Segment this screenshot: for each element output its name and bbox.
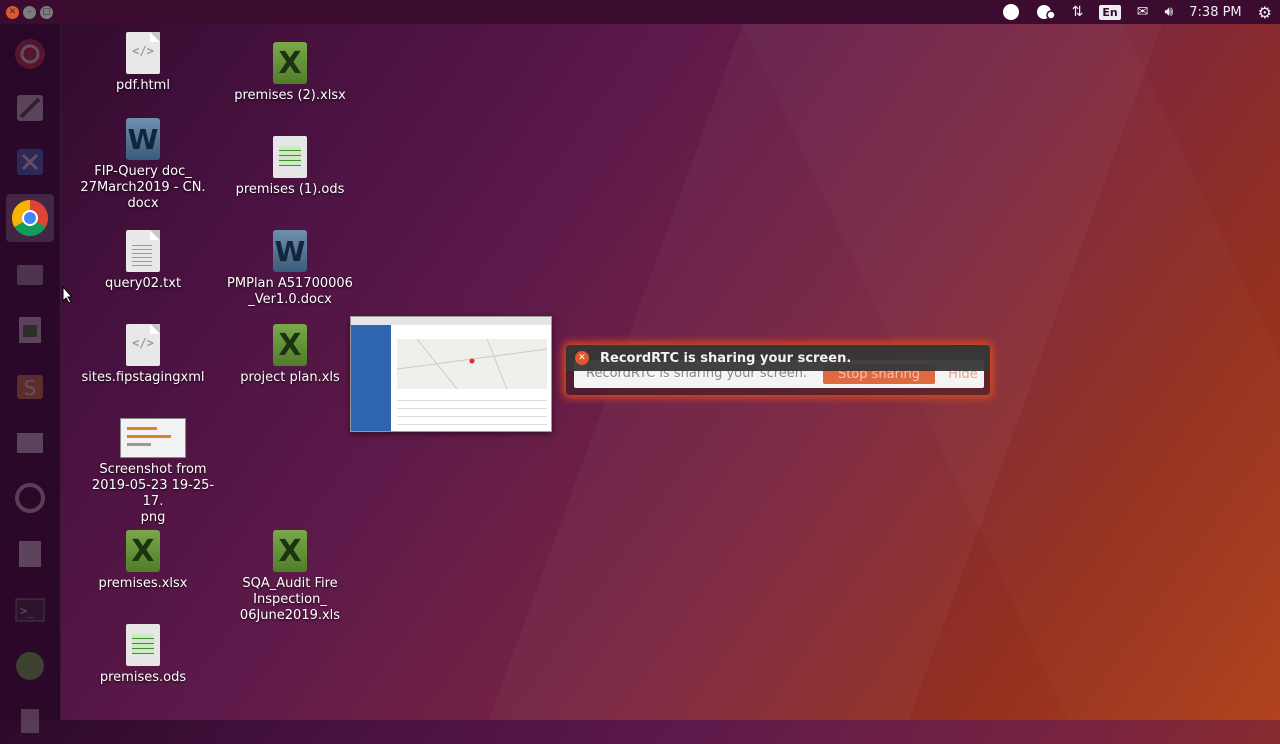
maximize-window-button[interactable]: □ [40,5,53,19]
desktop-file-pmplan[interactable]: W PMPlan A51700006 _Ver1.0.docx [225,230,355,308]
desktop-file-label: FIP-Query doc_ 27March2019 - CN. docx [80,164,206,211]
close-notification-icon[interactable]: ✕ [575,351,589,365]
vscode-icon[interactable] [6,138,54,186]
desktop-file-sqa-audit[interactable]: X SQA_Audit Fire Inspection_ 06June2019.… [225,530,355,624]
trash-icon[interactable] [6,696,54,744]
launcher: S >_ [0,24,61,733]
html-file-icon: </> [126,32,160,74]
top-panel: ✕ – □ ⇅ En ✉ 🔊︎ 7:38 PM ⚙ [0,0,1280,24]
desktop-file-label: Screenshot from 2019-05-23 19-25-17. png [91,462,215,525]
screen-share-preview[interactable] [350,316,552,432]
desktop-file-label: premises.ods [99,670,187,685]
terminal-icon[interactable]: >_ [6,586,54,634]
desktop-file-label: PMPlan A51700006 _Ver1.0.docx [227,276,353,307]
settings-indicator-icon[interactable] [1036,3,1056,21]
document-viewer-icon[interactable] [6,530,54,578]
sharing-notification-title: RecordRTC is sharing your screen. [600,350,852,366]
excel-file-icon: X [273,42,307,84]
keyboard-layout-indicator[interactable]: En [1099,4,1121,20]
desktop-file-premises-xlsx[interactable]: X premises.xlsx [78,530,208,592]
desktop-file-label: premises.xlsx [98,576,188,591]
desktop-file-screenshot[interactable]: Screenshot from 2019-05-23 19-25-17. png [88,418,218,526]
gear-icon[interactable]: ⚙ [1258,3,1272,22]
desktop-file-pdf-html[interactable]: </> pdf.html [78,32,208,94]
excel-file-icon: X [273,324,307,366]
desktop-file-label: sites.fipstagingxml [81,370,205,385]
desktop-file-sites-xml[interactable]: </> sites.fipstagingxml [78,324,208,386]
clock[interactable]: 7:38 PM [1189,5,1241,20]
desktop-file-premises-2-xlsx[interactable]: X premises (2).xlsx [225,42,355,104]
volume-icon[interactable]: 🔊︎ [1164,4,1173,20]
text-editor-icon[interactable] [6,84,54,132]
sharing-notification-header: ✕ RecordRTC is sharing your screen. [566,345,990,371]
upwork-icon[interactable] [6,642,54,690]
preview-map [396,338,548,390]
desktop-file-label: query02.txt [104,276,182,291]
mail-icon[interactable]: ✉ [1137,4,1149,20]
preview-table [397,395,547,425]
mouse-pointer-icon [62,286,74,304]
update-icon[interactable] [6,474,54,522]
desktop-file-premises-ods[interactable]: premises.ods [78,624,208,686]
desktop-file-label: premises (1).ods [235,182,345,197]
desktop-file-label: project plan.xls [240,370,340,385]
desktop-file-label: premises (2).xlsx [234,88,346,103]
chrome-icon[interactable] [6,194,54,242]
desktop-file-query02[interactable]: query02.txt [78,230,208,292]
spreadsheet-file-icon [273,136,307,178]
desktop-file-premises-1-ods[interactable]: premises (1).ods [225,136,355,198]
desktop-file-fip-query[interactable]: W FIP-Query doc_ 27March2019 - CN. docx [78,118,208,212]
record-indicator-icon[interactable] [1002,3,1020,21]
desktop-file-project-plan[interactable]: X project plan.xls [225,324,355,386]
excel-file-icon: X [126,530,160,572]
close-window-button[interactable]: ✕ [6,5,19,19]
text-file-icon [126,230,160,272]
svg-text:S: S [24,376,37,400]
svg-text:>_: >_ [20,604,35,618]
files-icon[interactable] [6,250,54,298]
preview-browser-bar [351,317,551,325]
spreadsheet-file-icon [126,624,160,666]
desktop-file-label: pdf.html [116,78,170,93]
xml-file-icon: </> [126,324,160,366]
image-thumbnail-icon [120,418,186,458]
spreadsheet-icon[interactable] [6,306,54,354]
word-document-icon: W [273,230,307,272]
dash-home-icon[interactable] [6,30,54,78]
desktop-file-label: SQA_Audit Fire Inspection_ 06June2019.xl… [239,576,341,623]
software-center-icon[interactable]: S [6,362,54,410]
excel-file-icon: X [273,530,307,572]
mail-app-icon[interactable] [6,418,54,466]
system-tray: ⇅ En ✉ 🔊︎ 7:38 PM ⚙ [1002,0,1272,24]
word-document-icon: W [126,118,160,160]
preview-sidebar [351,325,391,431]
network-icon[interactable]: ⇅ [1072,4,1084,20]
minimize-window-button[interactable]: – [23,5,36,19]
